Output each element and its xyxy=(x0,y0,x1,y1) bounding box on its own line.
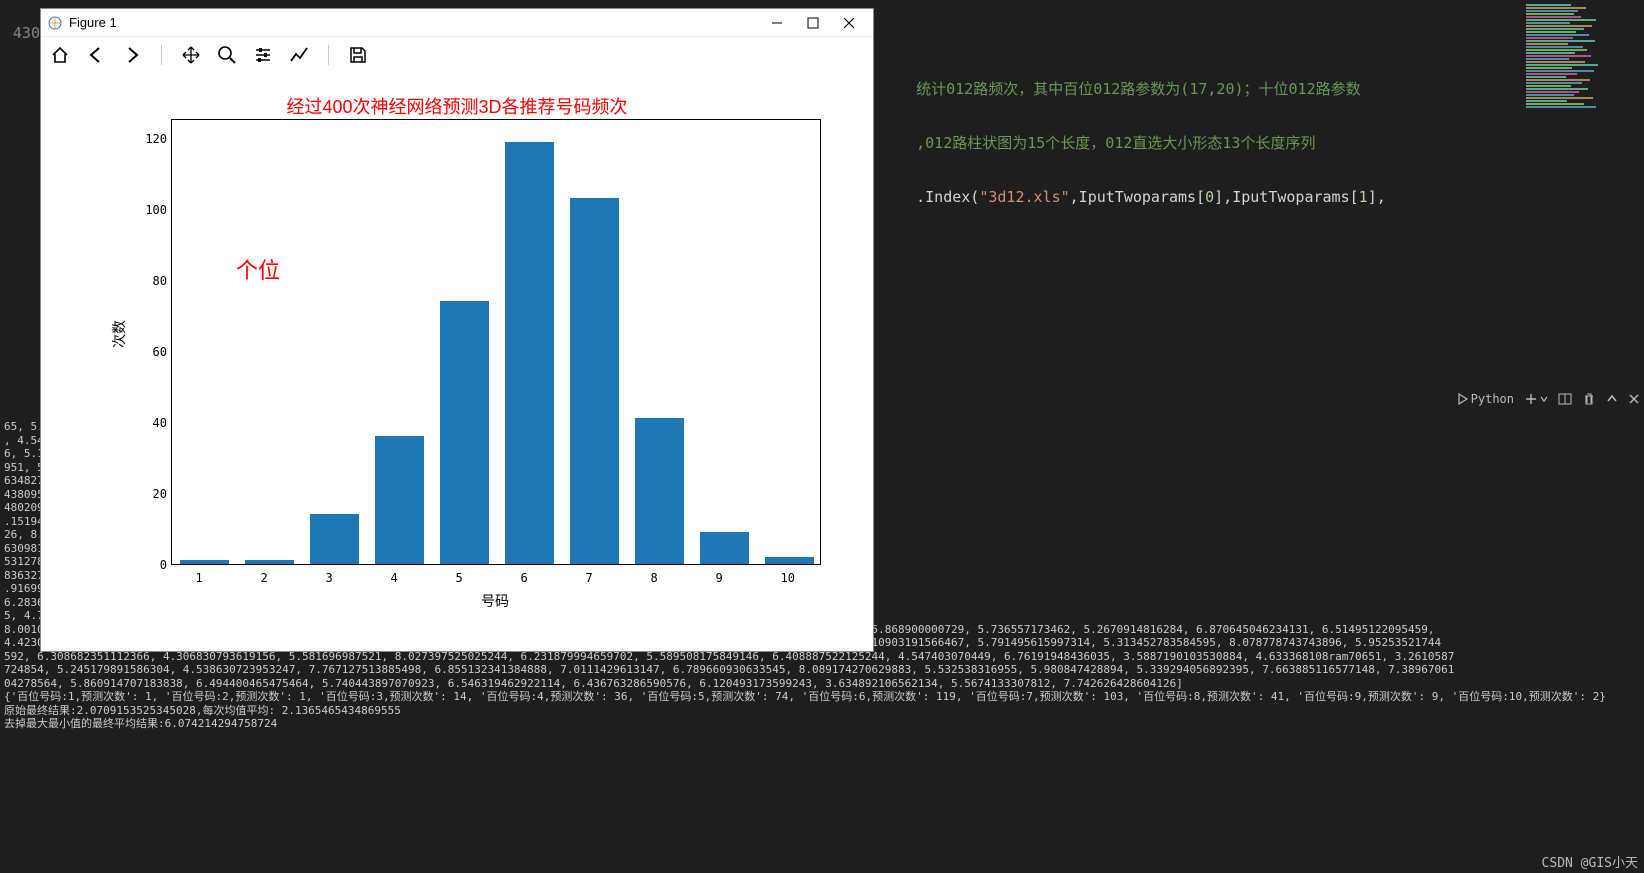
close-button[interactable] xyxy=(831,9,867,37)
chart-title: 经过400次神经网络预测3D各推荐号码频次 xyxy=(286,93,627,119)
line-chart-icon xyxy=(289,45,309,65)
y-tick-label: 80 xyxy=(141,274,167,288)
pan-button[interactable] xyxy=(180,44,202,66)
toolbar-separator xyxy=(328,45,329,65)
chart-bar xyxy=(245,560,293,564)
x-tick-label: 2 xyxy=(261,571,268,585)
chart-bar xyxy=(505,142,553,564)
chart-bar xyxy=(310,514,358,564)
watermark: CSDN @GIS小天 xyxy=(1542,852,1638,871)
x-tick-label: 4 xyxy=(391,571,398,585)
chevron-down-icon xyxy=(1540,395,1548,403)
window-title: Figure 1 xyxy=(69,15,117,30)
y-tick-label: 100 xyxy=(141,203,167,217)
home-button[interactable] xyxy=(49,44,71,66)
y-axis-label: 次数 xyxy=(109,320,129,348)
x-tick-label: 9 xyxy=(716,571,723,585)
y-tick-label: 20 xyxy=(141,487,167,501)
x-tick-label: 10 xyxy=(781,571,795,585)
x-tick-label: 7 xyxy=(586,571,593,585)
maximize-button[interactable] xyxy=(795,9,831,37)
terminal-language-selector[interactable]: Python xyxy=(1457,392,1514,406)
save-button[interactable] xyxy=(347,44,369,66)
chart-bar xyxy=(570,198,618,564)
chevron-up-icon xyxy=(1606,393,1618,405)
x-tick-label: 8 xyxy=(651,571,658,585)
trash-icon xyxy=(1582,392,1596,406)
code-line-index: .Index("3d12.xls",IputTwoparams[0],IputT… xyxy=(880,164,1386,230)
arrow-left-icon xyxy=(86,45,106,65)
y-tick-label: 120 xyxy=(141,132,167,146)
edit-button[interactable] xyxy=(288,44,310,66)
terminal-close-button[interactable] xyxy=(1628,393,1640,405)
sliders-icon xyxy=(253,45,273,65)
line-number: 430 xyxy=(0,22,40,44)
terminal-add-button[interactable] xyxy=(1524,392,1548,406)
x-axis-label: 号码 xyxy=(481,591,509,611)
play-icon xyxy=(1457,393,1469,405)
chart-bar xyxy=(765,557,813,564)
move-icon xyxy=(181,45,201,65)
x-tick-label: 1 xyxy=(196,571,203,585)
minimize-icon xyxy=(771,17,783,29)
back-button[interactable] xyxy=(85,44,107,66)
configure-button[interactable] xyxy=(252,44,274,66)
zoom-icon xyxy=(217,45,237,65)
y-tick-label: 0 xyxy=(141,558,167,572)
toolbar-separator xyxy=(161,45,162,65)
save-icon xyxy=(348,45,368,65)
chart-canvas[interactable]: 经过400次神经网络预测3D各推荐号码频次 个位 次数 号码 020406080… xyxy=(41,73,873,651)
x-tick-label: 6 xyxy=(521,571,528,585)
chart-bar xyxy=(180,560,228,564)
zoom-button[interactable] xyxy=(216,44,238,66)
y-tick-label: 60 xyxy=(141,345,167,359)
chart-bar xyxy=(635,418,683,564)
terminal-split-button[interactable] xyxy=(1558,392,1572,406)
minimap[interactable] xyxy=(1526,4,1636,384)
split-icon xyxy=(1558,392,1572,406)
x-tick-label: 3 xyxy=(326,571,333,585)
close-icon xyxy=(843,17,855,29)
maximize-icon xyxy=(807,17,819,29)
chart-bar xyxy=(700,532,748,564)
close-icon xyxy=(1628,393,1640,405)
home-icon xyxy=(50,45,70,65)
plot-area xyxy=(171,119,821,565)
matplotlib-figure-window: Figure 1 xyxy=(40,8,874,652)
x-tick-label: 5 xyxy=(456,571,463,585)
matplotlib-icon xyxy=(47,15,63,31)
minimize-button[interactable] xyxy=(759,9,795,37)
chart-bar xyxy=(375,436,423,564)
chart-bar xyxy=(440,301,488,564)
plus-icon xyxy=(1524,392,1538,406)
arrow-right-icon xyxy=(122,45,142,65)
terminal-kill-button[interactable] xyxy=(1582,392,1596,406)
forward-button[interactable] xyxy=(121,44,143,66)
y-tick-label: 40 xyxy=(141,416,167,430)
terminal-maximize-button[interactable] xyxy=(1606,393,1618,405)
